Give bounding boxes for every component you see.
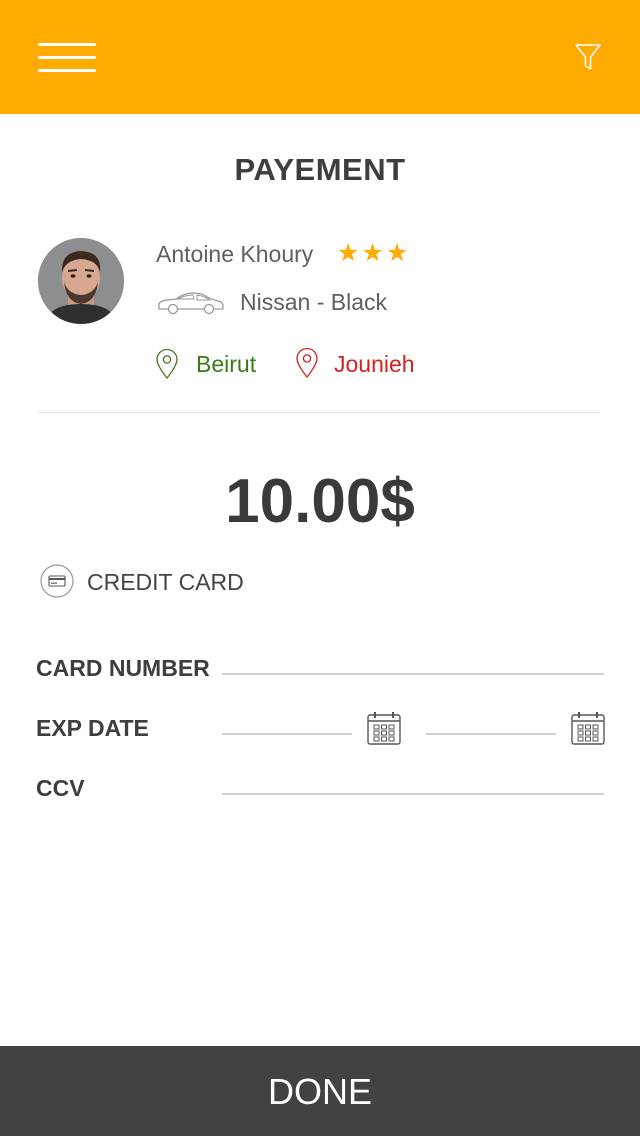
top-app-bar [0, 0, 640, 114]
exp-year-input[interactable] [426, 733, 556, 735]
card-number-label: CARD NUMBER [36, 655, 210, 681]
location-pin-icon [296, 347, 318, 379]
payment-method-label[interactable]: CREDIT CARD [87, 569, 244, 596]
exp-month-input[interactable] [222, 733, 352, 735]
driver-avatar [38, 238, 124, 324]
ccv-label: CCV [36, 775, 85, 801]
section-divider [38, 412, 600, 413]
done-button[interactable]: DONE [0, 1046, 640, 1136]
pickup-location: Beirut [196, 351, 257, 377]
page-title: PAYEMENT [234, 152, 406, 187]
avatar-photo-icon [38, 238, 124, 324]
card-number-input[interactable] [222, 673, 604, 675]
destination-location: Jounieh [334, 351, 415, 377]
location-pin-icon [156, 348, 178, 380]
driver-name: Antoine Khoury [156, 241, 314, 267]
payment-amount: 10.00$ [225, 467, 415, 536]
driver-rating-stars: ★★★ [337, 239, 411, 267]
calendar-icon[interactable] [366, 710, 402, 746]
car-outline-icon [158, 292, 224, 315]
ccv-input[interactable] [222, 793, 604, 795]
car-description: Nissan - Black [240, 289, 387, 315]
credit-card-icon[interactable] [40, 564, 74, 598]
calendar-icon[interactable] [570, 710, 606, 746]
exp-date-label: EXP DATE [36, 715, 149, 741]
filter-icon[interactable] [574, 42, 602, 72]
hamburger-menu-icon[interactable] [38, 43, 96, 73]
